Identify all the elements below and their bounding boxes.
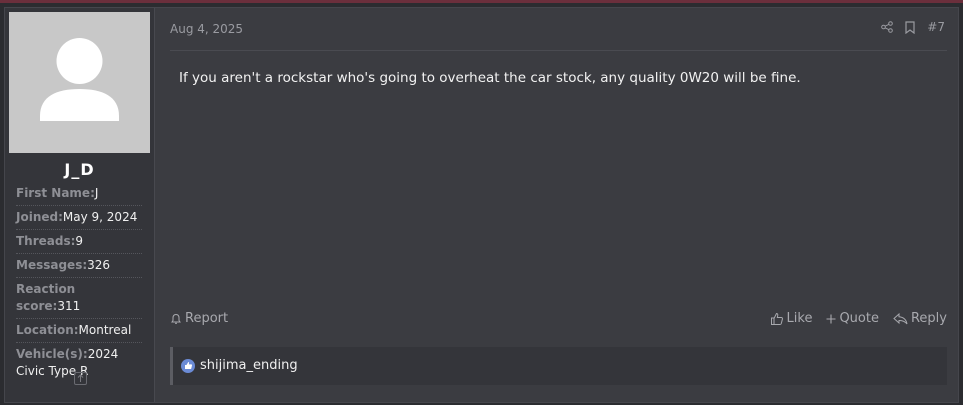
reply-icon	[893, 312, 908, 324]
arrow-up-icon	[77, 374, 84, 382]
post-number-link[interactable]: #7	[927, 20, 945, 34]
expand-extras-button[interactable]	[74, 372, 87, 385]
reactions-list[interactable]: shijima_ending	[181, 358, 298, 373]
quote-button[interactable]: Quote	[826, 311, 879, 326]
bookmark-icon[interactable]	[905, 20, 915, 34]
like-reaction-icon	[181, 358, 195, 373]
post-main: Aug 4, 2025 #7 If you aren't a rockstar …	[167, 8, 947, 402]
post-top-actions: #7	[881, 20, 945, 34]
reaction-users[interactable]: shijima_ending	[200, 358, 298, 373]
reactions-bar: shijima_ending	[170, 347, 947, 385]
user-extras: First Name:J Joined:May 9, 2024 Threads:…	[16, 182, 142, 383]
extra-label: Location:	[16, 323, 79, 337]
forum-post: J_D First Name:J Joined:May 9, 2024 Thre…	[4, 7, 959, 403]
reply-label: Reply	[910, 311, 947, 326]
extra-label: Vehicle(s):	[16, 347, 88, 361]
header-divider	[170, 50, 947, 51]
report-link[interactable]: Report	[170, 311, 228, 326]
extra-value: J	[94, 186, 99, 200]
extra-label: First Name:	[16, 186, 95, 200]
extra-label: Joined:	[16, 210, 63, 224]
extra-value: 9	[75, 234, 84, 248]
avatar[interactable]	[9, 12, 150, 153]
user-sidebar: J_D First Name:J Joined:May 9, 2024 Thre…	[5, 8, 155, 402]
extra-label: Messages:	[16, 258, 88, 272]
like-label: Like	[786, 311, 813, 326]
share-icon[interactable]	[881, 21, 894, 33]
like-button[interactable]: Like	[770, 311, 813, 326]
extra-first-name: First Name:J	[16, 182, 142, 206]
post-date[interactable]: Aug 4, 2025	[170, 22, 243, 36]
plus-icon	[826, 314, 836, 323]
thumbs-up-icon	[184, 362, 192, 369]
reply-button[interactable]: Reply	[893, 311, 947, 326]
extra-label: Threads:	[16, 234, 76, 248]
report-label: Report	[185, 311, 229, 326]
extra-value: Montreal	[78, 323, 132, 337]
quote-label: Quote	[839, 311, 879, 326]
post-reply-actions: Like Quote Reply	[770, 311, 947, 326]
extra-location: Location:Montreal	[16, 319, 142, 343]
extra-messages: Messages:326	[16, 254, 142, 278]
thumbs-up-icon	[770, 312, 783, 325]
extra-threads: Threads:9	[16, 230, 142, 254]
page-frame: J_D First Name:J Joined:May 9, 2024 Thre…	[0, 0, 963, 405]
bell-icon	[171, 313, 181, 324]
extra-value: 326	[87, 258, 111, 272]
extra-value: 311	[57, 299, 81, 313]
extra-reaction-score: Reaction score:311	[16, 278, 142, 319]
extra-value: May 9, 2024	[62, 210, 138, 224]
extra-joined: Joined:May 9, 2024	[16, 206, 142, 230]
post-message: If you aren't a rockstar who's going to …	[179, 70, 801, 86]
username[interactable]: J_D	[5, 160, 154, 179]
